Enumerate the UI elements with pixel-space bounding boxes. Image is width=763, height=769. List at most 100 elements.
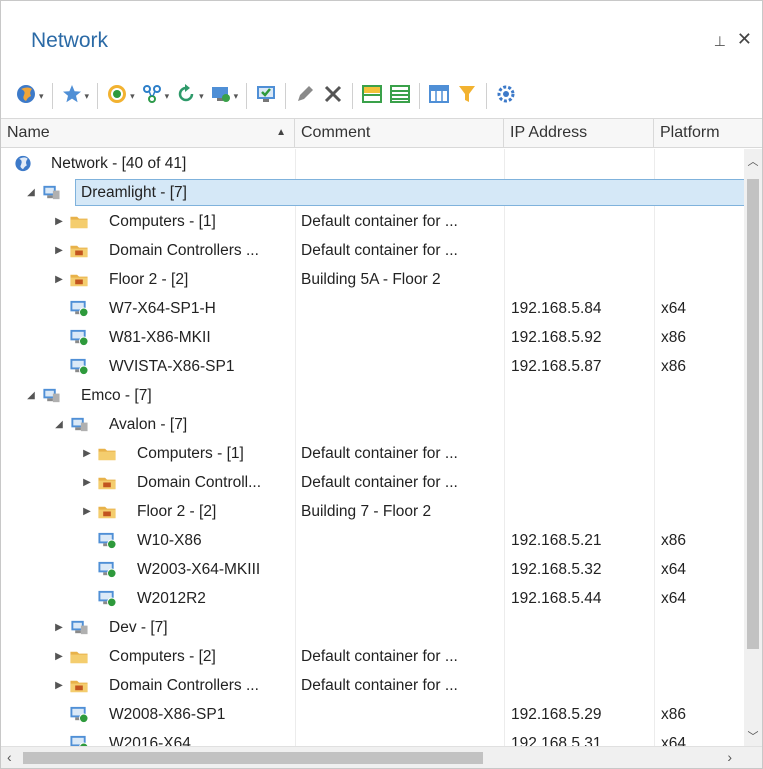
tree-item-name: W81-X86-MKII bbox=[109, 329, 211, 346]
computer-icon bbox=[97, 531, 117, 550]
chevron-down-icon[interactable]: ▾ bbox=[199, 91, 204, 102]
pencil-button[interactable] bbox=[294, 81, 316, 111]
tree-row[interactable]: W81-X86-MKII 192.168.5.92 x86 bbox=[1, 323, 745, 352]
folder-icon bbox=[69, 212, 89, 231]
tree-row[interactable]: W10-X86 192.168.5.21 x86 bbox=[1, 526, 745, 555]
tree-row[interactable]: ◢ Emco - [7] bbox=[1, 381, 745, 410]
collapse-arrow-icon[interactable]: ◢ bbox=[25, 381, 37, 410]
expand-arrow-icon[interactable]: ▶ bbox=[53, 671, 65, 700]
group-icon bbox=[41, 386, 61, 405]
tree-row[interactable]: W2008-X86-SP1 192.168.5.29 x86 bbox=[1, 700, 745, 729]
tree-item-name: Computers - [2] bbox=[109, 648, 216, 665]
tree-row[interactable]: ▶ Dev - [7] bbox=[1, 613, 745, 642]
layout-rows-button[interactable] bbox=[361, 81, 383, 111]
tree-row[interactable]: ▶ Domain Controllers ... Default container… bbox=[1, 236, 745, 265]
folder-icon bbox=[69, 647, 89, 666]
scroll-up-icon[interactable]: ︿ bbox=[744, 153, 762, 169]
ou-icon bbox=[69, 270, 89, 289]
tree-item-name: W7-X64-SP1-H bbox=[109, 300, 216, 317]
tree-row[interactable]: W2012R2 192.168.5.44 x64 bbox=[1, 584, 745, 613]
collapse-arrow-icon[interactable]: ◢ bbox=[25, 178, 37, 207]
horizontal-scrollbar[interactable]: ‹ › bbox=[1, 746, 762, 768]
column-header-comment[interactable]: Comment bbox=[295, 119, 504, 147]
expand-arrow-icon[interactable]: ▶ bbox=[81, 439, 93, 468]
tree-row[interactable]: Network - [40 of 41] bbox=[1, 149, 745, 178]
tree-item-platform: x64 bbox=[661, 735, 686, 746]
close-icon[interactable]: ✕ bbox=[737, 29, 752, 50]
expand-arrow-icon[interactable]: ▶ bbox=[53, 642, 65, 671]
scroll-down-icon[interactable]: ﹀ bbox=[744, 728, 762, 744]
tree-item-name: Dev - [7] bbox=[109, 619, 168, 636]
tree-row[interactable]: W2003-X64-MKIII 192.168.5.32 x64 bbox=[1, 555, 745, 584]
target-icon bbox=[106, 83, 128, 110]
tree-item-comment: Building 5A - Floor 2 bbox=[301, 271, 441, 288]
computer-icon bbox=[97, 560, 117, 579]
nodes-icon bbox=[141, 83, 163, 110]
column-header-ip[interactable]: IP Address bbox=[504, 119, 654, 147]
nodes-button[interactable]: ▾ bbox=[141, 81, 170, 111]
tree-row[interactable]: ▶ Floor 2 - [2] Building 5A - Floor 2 bbox=[1, 265, 745, 294]
chevron-down-icon[interactable]: ▾ bbox=[130, 91, 135, 102]
delete-x-button[interactable] bbox=[322, 81, 344, 111]
tree-item-comment: Default container for ... bbox=[301, 648, 458, 665]
toolbar-separator bbox=[97, 83, 99, 109]
expand-arrow-icon[interactable]: ▶ bbox=[53, 265, 65, 294]
horizontal-scroll-thumb[interactable] bbox=[23, 752, 483, 764]
vertical-scroll-thumb[interactable] bbox=[747, 179, 759, 649]
monitor-add-button[interactable]: ▾ bbox=[210, 81, 239, 111]
column-header: Name ▲ Comment IP Address Platform bbox=[1, 118, 762, 148]
columns-button[interactable] bbox=[428, 81, 450, 111]
collapse-arrow-icon[interactable]: ◢ bbox=[53, 410, 65, 439]
tree-row[interactable]: ▶ Domain Controllers ... Default container… bbox=[1, 671, 745, 700]
toolbar-separator bbox=[486, 83, 488, 109]
columns-icon bbox=[428, 83, 450, 110]
check-monitor-button[interactable] bbox=[255, 81, 277, 111]
filter-button[interactable] bbox=[456, 81, 478, 111]
refresh-button[interactable]: ▾ bbox=[175, 81, 204, 111]
tree-item-ip: 192.168.5.31 bbox=[511, 735, 602, 746]
column-header-name[interactable]: Name ▲ bbox=[1, 119, 295, 147]
target-button[interactable]: ▾ bbox=[106, 81, 135, 111]
gear-button[interactable] bbox=[495, 81, 517, 111]
tree-item-ip: 192.168.5.21 bbox=[511, 532, 602, 549]
tree-row[interactable]: ▶ Computers - [1] Default container for ..… bbox=[1, 439, 745, 468]
tree-row[interactable]: ◢ Dreamlight - [7] bbox=[1, 178, 745, 207]
expand-arrow-icon[interactable]: ▶ bbox=[53, 236, 65, 265]
tree-row[interactable]: ▶ Floor 2 - [2] Building 7 - Floor 2 bbox=[1, 497, 745, 526]
tree-row[interactable]: ▶ Computers - [1] Default container for ..… bbox=[1, 207, 745, 236]
chevron-down-icon[interactable]: ▾ bbox=[234, 91, 239, 102]
expand-arrow-icon[interactable]: ▶ bbox=[53, 207, 65, 236]
computer-icon bbox=[97, 589, 117, 608]
tree-item-comment: Default container for ... bbox=[301, 445, 458, 462]
expand-arrow-icon[interactable]: ▶ bbox=[81, 468, 93, 497]
expand-arrow-icon[interactable]: ▶ bbox=[53, 613, 65, 642]
chevron-down-icon[interactable]: ▾ bbox=[85, 91, 90, 102]
tree-item-name: Network - [40 of 41] bbox=[51, 155, 187, 172]
tree-row[interactable]: ◢ Avalon - [7] bbox=[1, 410, 745, 439]
tree-item-name: Emco - [7] bbox=[81, 387, 152, 404]
scroll-right-icon[interactable]: › bbox=[727, 749, 732, 765]
expand-arrow-icon[interactable]: ▶ bbox=[81, 497, 93, 526]
chevron-down-icon[interactable]: ▾ bbox=[39, 91, 44, 102]
layout-grid-button[interactable] bbox=[389, 81, 411, 111]
computer-icon bbox=[69, 328, 89, 347]
sort-ascending-icon: ▲ bbox=[276, 127, 286, 138]
chevron-down-icon[interactable]: ▾ bbox=[165, 91, 170, 102]
tree-row[interactable]: W7-X64-SP1-H 192.168.5.84 x64 bbox=[1, 294, 745, 323]
network-panel: Network ⊥ ✕ ▾ ▾ ▾ ▾ ▾ ▾ Name ▲ Comment IP Add… bbox=[0, 0, 763, 769]
tree-item-name: Computers - [1] bbox=[109, 213, 216, 230]
tree-row[interactable]: ▶ Computers - [2] Default container for ..… bbox=[1, 642, 745, 671]
toolbar-separator bbox=[352, 83, 354, 109]
column-header-platform[interactable]: Platform bbox=[654, 119, 746, 147]
tree-row[interactable]: WVISTA-X86-SP1 192.168.5.87 x86 bbox=[1, 352, 745, 381]
tree-row[interactable]: ▶ Domain Controll... Default container for… bbox=[1, 468, 745, 497]
tree-item-name: Dreamlight - [7] bbox=[81, 184, 187, 201]
column-comment-label: Comment bbox=[301, 124, 371, 141]
vertical-scrollbar[interactable]: ︿ ﹀ bbox=[744, 149, 762, 746]
tree-item-name: Computers - [1] bbox=[137, 445, 244, 462]
star-button[interactable]: ▾ bbox=[61, 81, 90, 111]
scroll-left-icon[interactable]: ‹ bbox=[7, 749, 12, 765]
pin-icon[interactable]: ⊥ bbox=[714, 33, 726, 50]
tree-row[interactable]: W2016-X64 192.168.5.31 x64 bbox=[1, 729, 745, 746]
globe-button[interactable]: ▾ bbox=[15, 81, 44, 111]
